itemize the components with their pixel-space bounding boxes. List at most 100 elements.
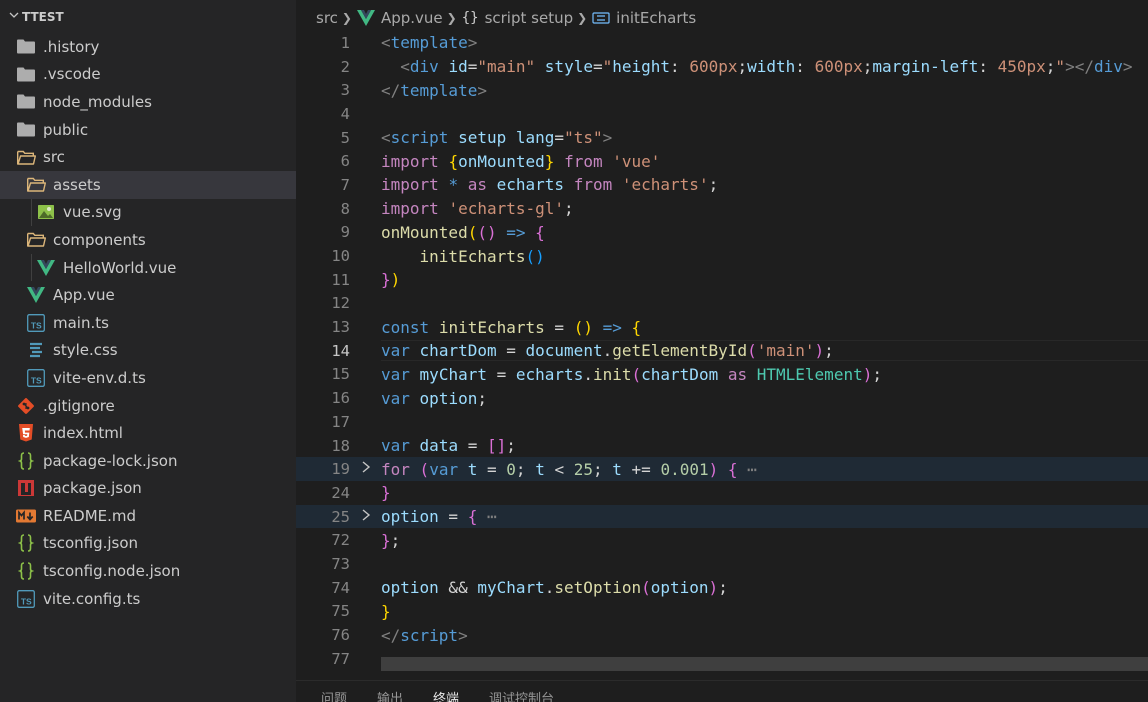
tree-item-label: .vscode	[43, 65, 101, 84]
line-number[interactable]: 19	[296, 460, 350, 478]
tree-item-history[interactable]: .history	[0, 33, 296, 61]
code-token: =	[554, 128, 565, 148]
code-line[interactable]: 3 </template>	[296, 78, 1148, 102]
line-number[interactable]: 2	[296, 58, 350, 76]
tree-item-helloworld-vue[interactable]: HelloWorld.vue	[0, 253, 296, 282]
code-line[interactable]: 74 option && myChart.setOption(option);	[296, 576, 1148, 600]
tree-item-readme-md[interactable]: README.md	[0, 502, 296, 530]
tree-item-package-lock-json[interactable]: package-lock.json	[0, 447, 296, 475]
line-number[interactable]: 15	[296, 365, 350, 383]
line-number[interactable]: 75	[296, 602, 350, 620]
tree-item-vscode[interactable]: .vscode	[0, 61, 296, 89]
tree-item-assets[interactable]: assets	[0, 170, 296, 199]
breadcrumb-symbol[interactable]: initEcharts	[616, 9, 696, 27]
line-number[interactable]: 18	[296, 437, 350, 455]
code-line[interactable]: 14 var chartDom = document.getElementById…	[296, 339, 1148, 363]
line-number[interactable]: 73	[296, 555, 350, 573]
line-number[interactable]: 72	[296, 531, 350, 549]
line-number[interactable]: 10	[296, 247, 350, 265]
code-line[interactable]: 15 var myChart = echarts.init(chartDom as…	[296, 363, 1148, 387]
code-line[interactable]: 13 const initEcharts = () => {	[296, 315, 1148, 339]
code-line[interactable]: 25 option = { ⋯	[296, 504, 1148, 529]
code-token: )	[708, 578, 719, 598]
code-line[interactable]: 9 onMounted(() => {	[296, 221, 1148, 245]
tree-item-index-html[interactable]: index.html	[0, 419, 296, 447]
code-line[interactable]: 73	[296, 552, 1148, 576]
tree-item-vite-config-ts[interactable]: TS vite.config.ts	[0, 585, 296, 613]
line-number[interactable]: 7	[296, 176, 350, 194]
breadcrumb-folder[interactable]: src	[316, 9, 338, 27]
panel-tab[interactable]: 终端	[433, 681, 459, 702]
tree-item-vue-svg[interactable]: vue.svg	[0, 198, 296, 227]
code-line[interactable]: 19 for (var t = 0; t < 25; t += 0.001) { …	[296, 457, 1148, 482]
breadcrumb-file[interactable]: App.vue	[381, 9, 443, 27]
breadcrumb-section[interactable]: script setup	[485, 9, 574, 27]
tree-item-package-json[interactable]: package.json	[0, 475, 296, 503]
tree-item-node-modules[interactable]: node_modules	[0, 88, 296, 116]
line-number[interactable]: 25	[296, 508, 350, 526]
code-line[interactable]: 76 </script>	[296, 623, 1148, 647]
code-token: option	[419, 388, 478, 408]
tree-item-label: package-lock.json	[43, 451, 178, 470]
code-editor[interactable]: src ❯ App.vue ❯ {} script setup ❯ initEc…	[296, 0, 1148, 680]
code-line[interactable]: 4	[296, 102, 1148, 126]
code-line[interactable]: 1 <template>	[296, 31, 1148, 55]
tree-item-tsconfig-json[interactable]: tsconfig.json	[0, 530, 296, 558]
tree-item-public[interactable]: public	[0, 116, 296, 144]
code-line[interactable]: 24}	[296, 481, 1148, 505]
code-line[interactable]: 12	[296, 292, 1148, 316]
code-line[interactable]: 17	[296, 410, 1148, 434]
panel-tab[interactable]: 输出	[377, 681, 403, 702]
tree-item-components[interactable]: components	[0, 226, 296, 254]
code-token: ()	[525, 246, 545, 266]
code-line[interactable]: 11})	[296, 268, 1148, 292]
line-number[interactable]: 24	[296, 484, 350, 502]
code-line[interactable]: 6 import {onMounted} from 'vue'	[296, 149, 1148, 173]
line-number[interactable]: 9	[296, 223, 350, 241]
code-token: )	[814, 341, 825, 361]
tree-item-main-ts[interactable]: TS main.ts	[0, 309, 296, 337]
code-text: var chartDom = document.getElementById('…	[381, 340, 1148, 362]
line-number[interactable]: 4	[296, 105, 350, 123]
code-line[interactable]: 7 import * as echarts from 'echarts';	[296, 173, 1148, 197]
tree-item-app-vue[interactable]: App.vue	[0, 281, 296, 309]
fold-chevron-icon[interactable]	[350, 461, 381, 477]
tree-item-gitignore[interactable]: .gitignore	[0, 392, 296, 420]
code-line[interactable]: 2 <div id="main" style="height: 600px;wi…	[296, 55, 1148, 79]
code-lines[interactable]: 1 <template> 2 <div id="main" style="heigh…	[296, 31, 1148, 671]
line-number[interactable]: 6	[296, 152, 350, 170]
line-number[interactable]: 76	[296, 626, 350, 644]
chevron-down-icon	[6, 10, 22, 23]
line-number[interactable]: 77	[296, 650, 350, 668]
line-number[interactable]: 8	[296, 200, 350, 218]
code-token: >	[458, 625, 468, 645]
line-number[interactable]: 11	[296, 271, 350, 289]
code-line[interactable]: 75}	[296, 600, 1148, 624]
code-line[interactable]: 72};	[296, 528, 1148, 552]
explorer-header[interactable]: TTEST	[0, 0, 296, 33]
line-number[interactable]: 16	[296, 389, 350, 407]
line-number[interactable]: 13	[296, 318, 350, 336]
panel-tab[interactable]: 调试控制台	[489, 681, 554, 702]
tree-item-tsconfig-node-json[interactable]: tsconfig.node.json	[0, 557, 296, 585]
tree-item-vite-env-d-ts[interactable]: TS vite-env.d.ts	[0, 364, 296, 392]
code-line[interactable]: 5 <script setup lang="ts">	[296, 126, 1148, 150]
code-line[interactable]: 8 import 'echarts-gl';	[296, 197, 1148, 221]
code-line[interactable]: 10 initEcharts()	[296, 244, 1148, 268]
code-line[interactable]: 16 var option;	[296, 386, 1148, 410]
code-token: template	[400, 80, 478, 100]
tree-item-style-css[interactable]: style.css	[0, 337, 296, 365]
fold-chevron-icon[interactable]	[350, 509, 381, 525]
line-number[interactable]: 3	[296, 81, 350, 99]
horizontal-scrollbar[interactable]	[381, 657, 1148, 671]
line-number[interactable]: 74	[296, 579, 350, 597]
line-number[interactable]: 17	[296, 413, 350, 431]
line-number[interactable]: 14	[296, 342, 350, 360]
tree-item-src[interactable]: src	[0, 143, 296, 171]
line-number[interactable]: 5	[296, 129, 350, 147]
code-line[interactable]: 18 var data = [];	[296, 434, 1148, 458]
code-token: "ts"	[564, 128, 603, 148]
panel-tab[interactable]: 问题	[321, 681, 347, 702]
line-number[interactable]: 12	[296, 294, 350, 312]
line-number[interactable]: 1	[296, 34, 350, 52]
